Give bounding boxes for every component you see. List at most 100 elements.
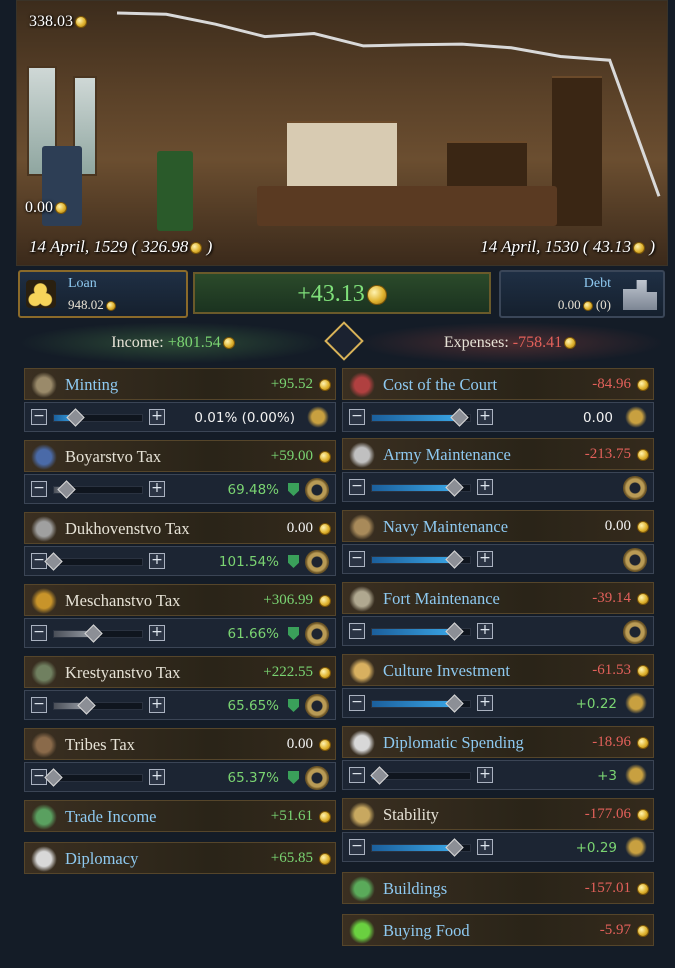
chart-icon xyxy=(349,876,375,902)
coin-icon xyxy=(105,301,116,312)
slider-knob[interactable] xyxy=(66,408,85,427)
meschanstvo-tax-row[interactable]: Meschanstvo Tax +306.99 xyxy=(24,584,336,616)
slider-knob[interactable] xyxy=(44,552,63,571)
row-label[interactable]: Army Maintenance xyxy=(383,445,511,465)
gear-icon[interactable] xyxy=(623,548,647,572)
slider-control: − + +0.22 xyxy=(342,688,654,718)
navy-maintenance-row[interactable]: Navy Maintenance 0.00 xyxy=(342,510,654,542)
row-label[interactable]: Navy Maintenance xyxy=(383,517,508,537)
slider-track[interactable] xyxy=(371,622,471,641)
slider-knob[interactable] xyxy=(445,694,464,713)
slider-knob[interactable] xyxy=(57,480,76,499)
decrease-button[interactable]: − xyxy=(31,625,47,641)
increase-button[interactable]: + xyxy=(477,623,493,639)
boyarstvo-tax-row[interactable]: Boyarstvo Tax +59.00 xyxy=(24,440,336,472)
fort-maintenance-row[interactable]: Fort Maintenance -39.14 xyxy=(342,582,654,614)
gear-icon[interactable] xyxy=(305,694,329,718)
gear-icon[interactable] xyxy=(305,478,329,502)
diplomacy-row[interactable]: Diplomacy +65.85 xyxy=(24,842,336,874)
slider-track[interactable] xyxy=(53,624,143,643)
row-label[interactable]: Diplomatic Spending xyxy=(383,733,524,753)
increase-button[interactable]: + xyxy=(477,839,493,855)
slider-knob[interactable] xyxy=(445,622,464,641)
globe-icon xyxy=(31,804,57,830)
slider-fill xyxy=(372,701,456,707)
row-label[interactable]: Fort Maintenance xyxy=(383,589,500,609)
slider-track[interactable] xyxy=(371,694,471,713)
decrease-button[interactable]: − xyxy=(349,479,365,495)
gear-icon[interactable] xyxy=(305,622,329,646)
decrease-button[interactable]: − xyxy=(349,695,365,711)
diplomatic-spending-row[interactable]: Diplomatic Spending -18.96 xyxy=(342,726,654,758)
row-label[interactable]: Minting xyxy=(65,375,118,395)
row-label[interactable]: Buildings xyxy=(383,879,447,899)
crown-icon xyxy=(625,406,647,428)
decrease-button[interactable]: − xyxy=(349,409,365,425)
increase-button[interactable]: + xyxy=(149,697,165,713)
row-value: +95.52 xyxy=(270,376,313,392)
slider-knob[interactable] xyxy=(370,766,389,785)
row-label[interactable]: Trade Income xyxy=(65,807,157,827)
slider-knob[interactable] xyxy=(450,408,469,427)
tribes-tax-row[interactable]: Tribes Tax 0.00 xyxy=(24,728,336,760)
slider-knob[interactable] xyxy=(76,696,96,715)
row-label[interactable]: Diplomacy xyxy=(65,849,138,869)
gear-icon[interactable] xyxy=(623,620,647,644)
row-label[interactable]: Cost of the Court xyxy=(383,375,497,395)
slider-knob[interactable] xyxy=(83,624,103,643)
row-label[interactable]: Culture Investment xyxy=(383,661,510,681)
increase-button[interactable]: + xyxy=(477,409,493,425)
trade-income-row[interactable]: Trade Income +51.61 xyxy=(24,800,336,832)
row-value: 0.00 xyxy=(286,736,313,752)
slider-track[interactable] xyxy=(53,480,143,499)
increase-button[interactable]: + xyxy=(149,625,165,641)
cost-of-the-court-row[interactable]: Cost of the Court -84.96 xyxy=(342,368,654,400)
slider-track[interactable] xyxy=(44,768,143,787)
decrease-button[interactable]: − xyxy=(31,409,47,425)
buildings-row[interactable]: Buildings -157.01 xyxy=(342,872,654,904)
dukhovenstvo-tax-row[interactable]: Dukhovenstvo Tax 0.00 xyxy=(24,512,336,544)
minting-row[interactable]: Minting +95.52 xyxy=(24,368,336,400)
slider-knob[interactable] xyxy=(44,768,63,787)
increase-button[interactable]: + xyxy=(477,695,493,711)
privilege-shield-icon xyxy=(288,555,299,568)
buying-food-row[interactable]: Buying Food -5.97 xyxy=(342,914,654,946)
gear-icon[interactable] xyxy=(623,476,647,500)
slider-track[interactable] xyxy=(371,408,471,427)
decrease-button[interactable]: − xyxy=(31,697,47,713)
decrease-button[interactable]: − xyxy=(31,481,47,497)
increase-button[interactable]: + xyxy=(149,481,165,497)
slider-knob[interactable] xyxy=(445,550,464,569)
increase-button[interactable]: + xyxy=(477,767,493,783)
slider-track[interactable] xyxy=(44,552,143,571)
increase-button[interactable]: + xyxy=(477,479,493,495)
decrease-button[interactable]: − xyxy=(349,767,365,783)
debt-hourglass-icon[interactable] xyxy=(623,280,657,310)
stability-row[interactable]: Stability -177.06 xyxy=(342,798,654,830)
increase-button[interactable]: + xyxy=(477,551,493,567)
balance-display: +43.13 xyxy=(193,272,491,314)
culture-investment-row[interactable]: Culture Investment -61.53 xyxy=(342,654,654,686)
coin-icon xyxy=(637,737,649,749)
decrease-button[interactable]: − xyxy=(349,551,365,567)
expenses-header: Expenses: -758.41 xyxy=(355,322,665,364)
gear-icon[interactable] xyxy=(305,766,329,790)
slider-track[interactable] xyxy=(371,550,471,569)
gear-icon[interactable] xyxy=(305,550,329,574)
slider-track[interactable] xyxy=(53,408,143,427)
loan-button[interactable]: Loan 948.02 xyxy=(18,270,188,318)
decrease-button[interactable]: − xyxy=(349,839,365,855)
slider-track[interactable] xyxy=(371,838,471,857)
increase-button[interactable]: + xyxy=(149,409,165,425)
slider-track[interactable] xyxy=(371,478,471,497)
increase-button[interactable]: + xyxy=(149,553,165,569)
slider-track[interactable] xyxy=(370,766,471,785)
krestyanstvo-tax-row[interactable]: Krestyanstvo Tax +222.55 xyxy=(24,656,336,688)
slider-track[interactable] xyxy=(53,696,143,715)
decrease-button[interactable]: − xyxy=(349,623,365,639)
row-label[interactable]: Buying Food xyxy=(383,921,470,941)
slider-knob[interactable] xyxy=(445,478,464,497)
increase-button[interactable]: + xyxy=(149,769,165,785)
slider-knob[interactable] xyxy=(445,838,464,857)
army-maintenance-row[interactable]: Army Maintenance -213.75 xyxy=(342,438,654,470)
